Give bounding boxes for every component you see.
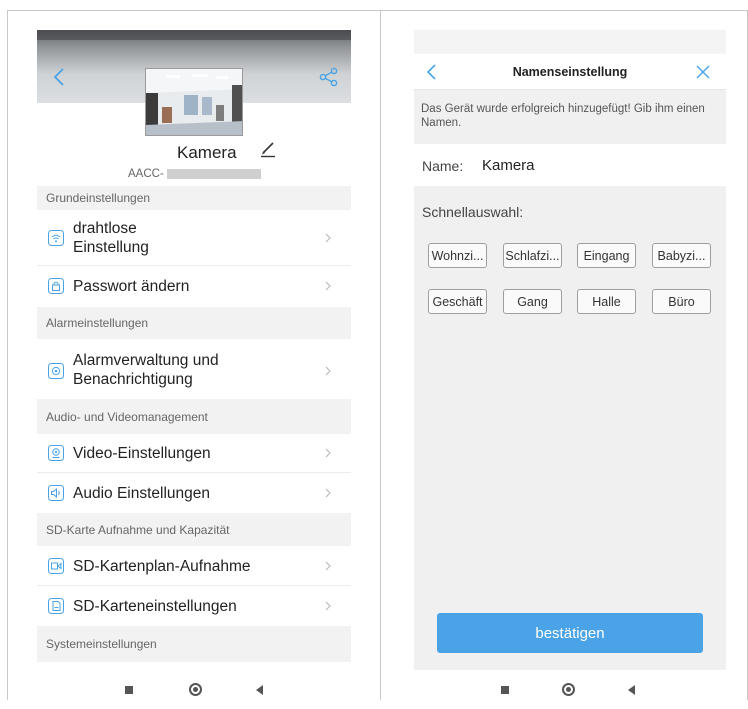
record-icon [48,558,64,574]
camera-preview-thumbnail[interactable] [145,68,243,136]
close-icon[interactable] [694,63,712,81]
camera-id-prefix: AACC- [128,168,164,180]
success-message: Das Gerät wurde erfolgreich hinzugefügt!… [421,103,705,129]
settings-row-label-line2: Benachrichtigung [73,371,193,388]
section-header-label: Grundeinstellungen [46,191,151,205]
chevron-right-icon [325,448,331,458]
settings-row-label-line1: Alarmverwaltung und [73,352,219,369]
name-label: Name: [422,158,464,174]
chevron-right-icon [325,233,331,243]
home-icon[interactable] [189,683,202,696]
camera-preview-image [146,69,242,135]
settings-row-label: Audio Einstellungen [73,485,211,502]
settings-row-label: SD-Kartenplan-Aufnahme [73,558,251,575]
settings-row-label: drahtlose Einstellung [73,219,149,257]
sdcard-icon [48,598,64,614]
name-field-row[interactable]: Name: Kamera [414,144,726,186]
section-header-alarm: Alarmeinstellungen [37,307,351,339]
confirm-button[interactable]: bestätigen [437,613,703,653]
quick-select-chip[interactable]: Babyzi... [652,243,711,268]
chevron-right-icon [325,281,331,291]
speaker-icon [48,485,64,501]
back-triangle-icon[interactable] [628,685,635,695]
section-header-label: Alarmeinstellungen [46,316,149,330]
status-bar-shade [37,30,351,40]
alarm-icon [48,363,64,379]
chevron-right-icon [325,488,331,498]
settings-row-label-line2: Einstellung [73,239,149,256]
settings-row-password[interactable]: Passwort ändern [37,266,351,307]
section-header-basic: Grundeinstellungen [37,186,351,210]
quick-select-chip[interactable]: Büro [652,289,711,314]
share-icon[interactable] [318,66,340,88]
device-settings-screen: Kamera AACC- Grundeinstellungen drahtlos… [37,30,351,678]
settings-row-label-line1: drahtlose [73,220,137,237]
section-header-label: Systemeinstellungen [46,637,157,651]
section-header-label: SD-Karte Aufnahme und Kapazität [46,522,230,537]
camera-id-redacted [167,169,261,179]
quick-select-chip[interactable]: Schlafzi... [503,243,562,268]
quick-select-label: Schnellauswahl: [422,204,524,220]
section-header-system: Systemeinstellungen [37,626,351,662]
frame-line-top [7,10,748,11]
settings-row-video[interactable]: Video-Einstellungen [37,434,351,473]
back-triangle-icon[interactable] [256,685,263,695]
settings-row-label: Passwort ändern [73,278,190,295]
quick-select-chip[interactable]: Gang [503,289,562,314]
android-navbar-left [37,670,351,708]
settings-row-sd-schedule[interactable]: SD-Kartenplan-Aufnahme [37,546,351,586]
settings-row-sd-settings[interactable]: SD-Karteneinstellungen [37,586,351,626]
camera-id: AACC- [37,168,351,182]
camera-name: Kamera [177,143,237,162]
settings-row-label: SD-Karteneinstellungen [73,598,237,615]
chevron-right-icon [325,601,331,611]
quick-select-chip[interactable]: Geschäft [428,289,487,314]
settings-row-label: Video-Einstellungen [73,445,211,462]
section-header-av: Audio- und Videomanagement [37,399,351,434]
webcam-icon [48,445,64,461]
settings-row-label: Alarmverwaltung und Benachrichtigung [73,351,219,389]
recents-icon[interactable] [501,686,509,694]
settings-row-wireless[interactable]: drahtlose Einstellung [37,210,351,266]
lock-icon [48,278,64,294]
quick-select-chip[interactable]: Wohnzi... [428,243,487,268]
section-header-sdcard: SD-Karte Aufnahme und Kapazität [37,513,351,546]
recents-icon[interactable] [125,686,133,694]
chevron-left-icon[interactable] [49,66,71,88]
settings-row-alarm[interactable]: Alarmverwaltung und Benachrichtigung [37,339,351,399]
home-icon[interactable] [562,683,575,696]
chevron-right-icon [325,561,331,571]
android-navbar-right [414,670,726,708]
settings-row-audio[interactable]: Audio Einstellungen [37,473,351,513]
wifi-icon [48,230,64,246]
chevron-right-icon [325,366,331,376]
pencil-icon[interactable] [259,138,277,158]
section-header-label: Audio- und Videomanagement [46,409,208,424]
name-input[interactable]: Kamera [482,157,535,174]
status-bar [414,30,726,54]
name-setting-screen: Namenseinstellung Das Gerät wurde erfolg… [414,30,726,678]
name-setting-header: Namenseinstellung [414,54,726,90]
quick-select-chip[interactable]: Halle [577,289,636,314]
frame-line-left [7,10,8,700]
frame-line-middle [380,10,381,700]
quick-select-chip[interactable]: Eingang [577,243,636,268]
page-title: Namenseinstellung [512,65,628,79]
